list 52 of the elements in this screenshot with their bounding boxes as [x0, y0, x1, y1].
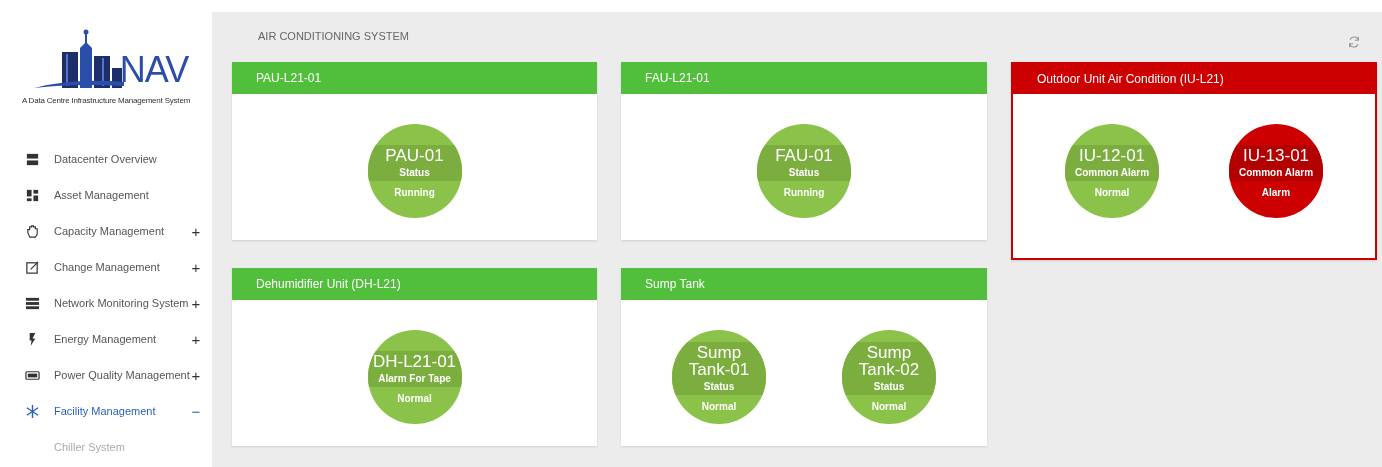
page-title: AIR CONDITIONING SYSTEM: [258, 30, 409, 42]
unit-label: Status: [703, 381, 735, 392]
card-title: Sump Tank: [645, 277, 705, 291]
sidebar-item[interactable]: Network Monitoring System +: [0, 285, 212, 321]
unit-label: Status: [873, 381, 905, 392]
card-title: Dehumidifier Unit (DH-L21): [256, 277, 401, 291]
unit-name: IU-13-01: [1241, 146, 1311, 164]
unit-name: IU-12-01: [1077, 146, 1147, 164]
sidebar-item[interactable]: Datacenter Overview: [0, 141, 212, 177]
sidebar-item[interactable]: Capacity Management +: [0, 213, 212, 249]
unit-name: Sump Tank-01: [687, 344, 751, 378]
unit-label: Common Alarm: [1074, 166, 1150, 178]
expand-toggle[interactable]: −: [191, 402, 201, 420]
unit-name: PAU-01: [384, 146, 445, 164]
unit-value: Normal: [397, 392, 432, 404]
unit-label: Common Alarm: [1238, 166, 1314, 178]
hand-icon: [25, 223, 40, 239]
server-icon: [25, 151, 40, 167]
card-title: FAU-L21-01: [645, 71, 710, 85]
logo-wordmark: NAV: [119, 52, 189, 88]
grid-icon: [25, 187, 40, 203]
card-title: PAU-L21-01: [256, 71, 322, 85]
unit-value: Normal: [871, 401, 907, 412]
unit-value: Normal: [1094, 186, 1130, 198]
unit-name: Sump Tank-02: [857, 344, 921, 378]
logo-tagline: A Data Centre Infrastructure Management System: [21, 96, 191, 105]
city-skyline-icon: [33, 28, 124, 88]
edit-icon: [25, 259, 40, 275]
sidebar-item[interactable]: Change Management +: [0, 249, 212, 285]
expand-toggle[interactable]: +: [191, 366, 201, 384]
sidebar-item[interactable]: Asset Management: [0, 177, 212, 213]
unit-value: Running: [394, 186, 435, 198]
unit-name: FAU-01: [774, 146, 834, 164]
refresh-icon[interactable]: [1347, 35, 1361, 49]
snowflake-icon: [25, 403, 40, 419]
expand-toggle[interactable]: +: [191, 294, 201, 312]
unit-value: Normal: [701, 401, 737, 412]
expand-toggle[interactable]: +: [191, 330, 201, 348]
unit-label: Status: [399, 166, 430, 178]
sidebar-item[interactable]: Power Quality Management+: [0, 357, 212, 393]
sidebar-item[interactable]: Energy Management +: [0, 321, 212, 357]
card-title: Outdoor Unit Air Condition (IU-L21): [1037, 72, 1224, 86]
unit-label: Status: [788, 166, 820, 178]
rack-icon: [25, 295, 40, 311]
unit-name: DH-L21-01: [372, 352, 457, 370]
unit-value: Running: [783, 186, 825, 198]
status-circle[interactable]: IU-13-01 Common Alarm Alarm: [1229, 124, 1323, 218]
unit-label: Alarm For Tape: [378, 372, 451, 384]
expand-toggle[interactable]: +: [191, 222, 201, 240]
sidebar-item[interactable]: Facility Management −: [0, 393, 212, 429]
expand-toggle[interactable]: +: [191, 258, 201, 276]
unit-value: Alarm: [1261, 186, 1291, 198]
